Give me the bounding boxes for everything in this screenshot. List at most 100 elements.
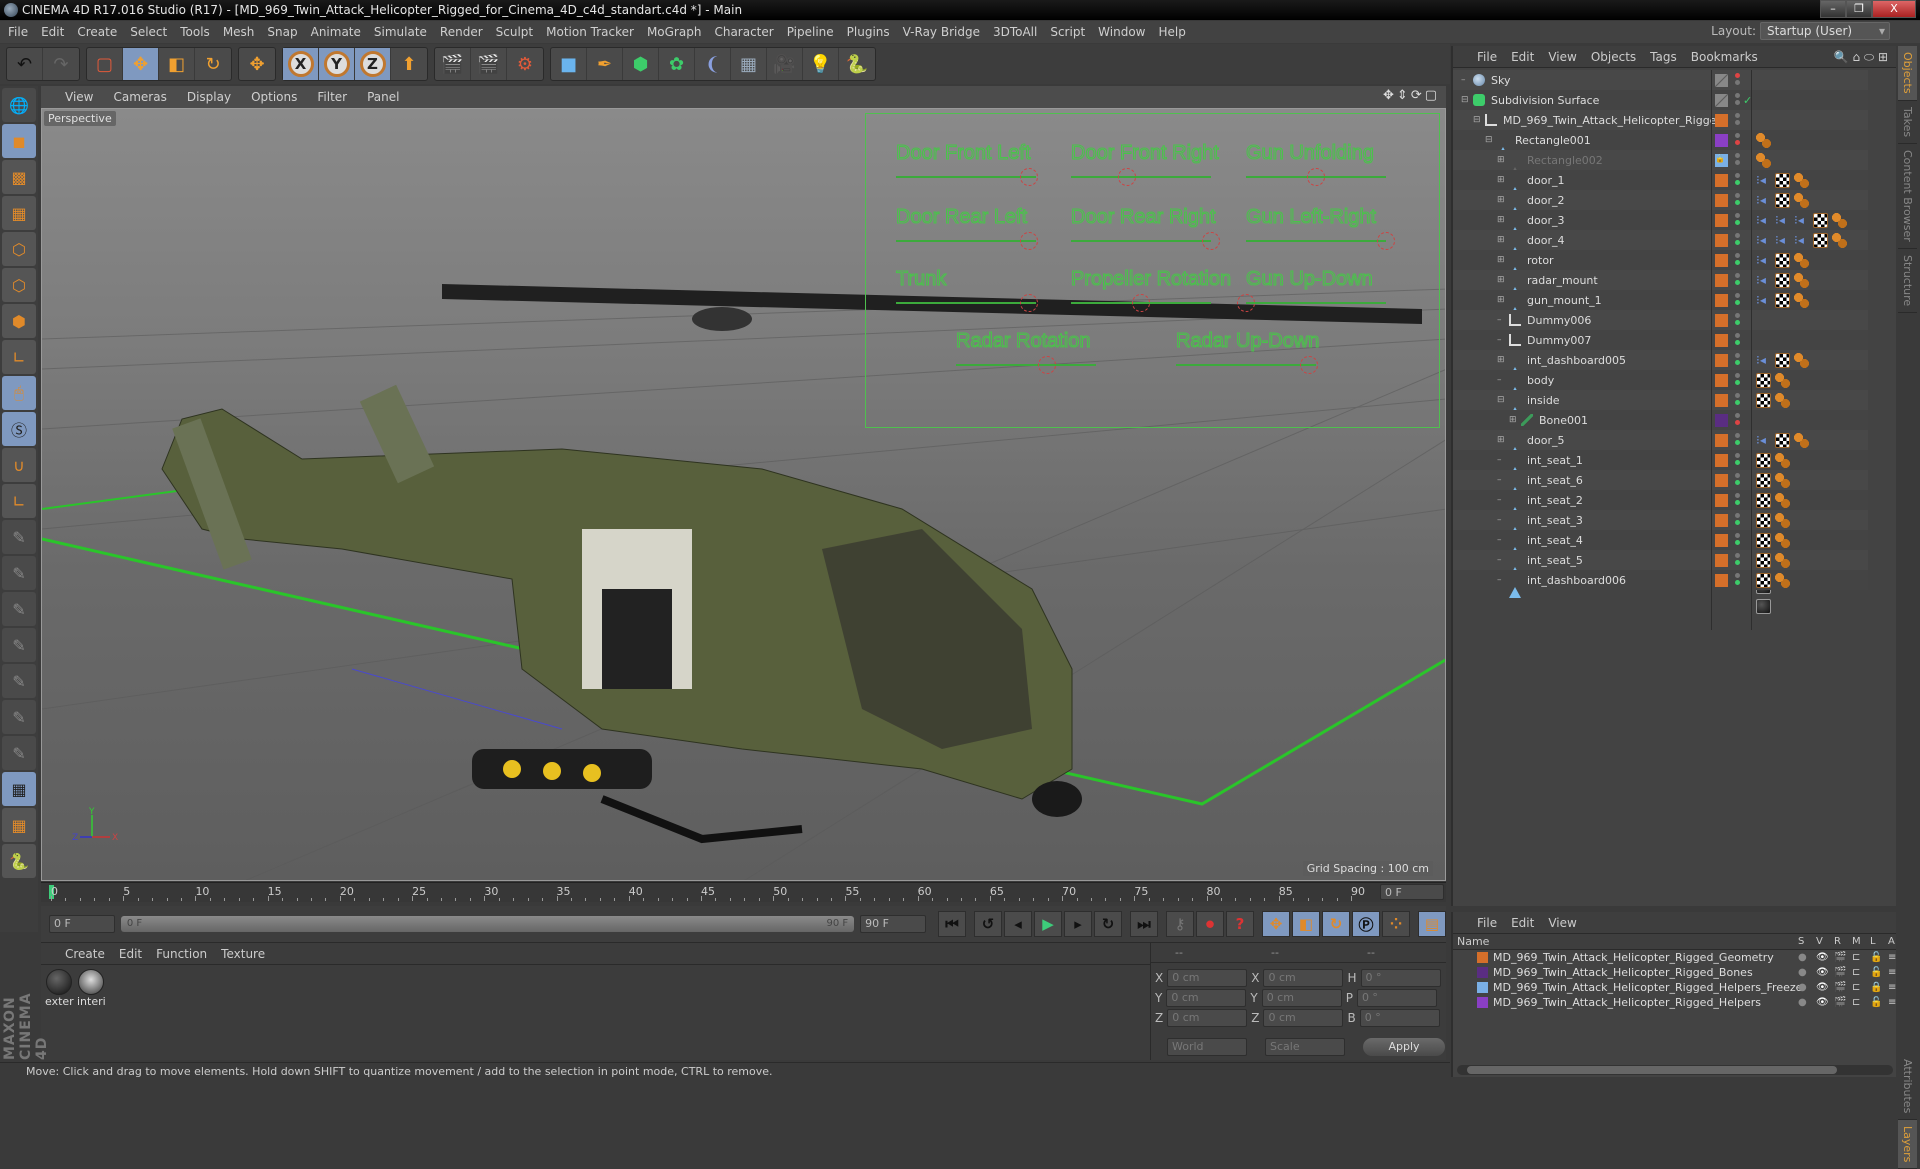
next-key-button[interactable]: ↻ (1094, 911, 1122, 937)
animation-icon[interactable]: ≡ (1888, 952, 1900, 963)
object-row[interactable]: – int_seat_1 (1453, 450, 1868, 494)
floor-object-button[interactable]: ▦ (731, 48, 767, 80)
ik-tag-icon[interactable]: ⁝◂ (1756, 253, 1771, 268)
side-tab-objects[interactable]: Objects (1898, 46, 1917, 101)
render-view-button[interactable]: 🎬 (435, 48, 471, 80)
ik-tag-icon[interactable]: ⁝◂ (1794, 233, 1809, 248)
layout-dropdown[interactable]: Startup (User) (1760, 22, 1890, 40)
layer-row[interactable]: MD_969_Twin_Attack_Helicopter_Rigged_Hel… (1453, 995, 1896, 1010)
scale-tool-button[interactable]: ◧ (159, 48, 195, 80)
expand-icon[interactable]: ⊞ (1497, 175, 1507, 185)
visible-eye-icon[interactable]: 👁 (1816, 982, 1829, 993)
visible-eye-icon[interactable]: 👁 (1816, 997, 1829, 1008)
menu-select[interactable]: Select (130, 25, 167, 39)
rig-slider-knob[interactable] (1020, 168, 1038, 186)
live-selection-button[interactable]: ▢ (87, 48, 123, 80)
menu-help[interactable]: Help (1158, 25, 1185, 39)
coord-value-field[interactable]: 0 cm (1167, 969, 1248, 987)
viewport-3d-scene[interactable]: Perspective Door Front Left Door Front Ri… (41, 108, 1446, 881)
object-row[interactable]: – Dummy007 (1453, 330, 1868, 350)
workplane-rotate-button[interactable]: ▦ (2, 808, 36, 842)
object-row[interactable]: – int_seat_6 (1453, 470, 1868, 514)
deformer-button[interactable]: ❨ (695, 48, 731, 80)
layer-color-swatch[interactable] (1715, 433, 1728, 447)
expand-icon[interactable]: ⊞ (1497, 355, 1507, 365)
lock-workplane-button[interactable]: ▦ (2, 772, 36, 806)
move-tool-button[interactable]: ✥ (123, 48, 159, 80)
pen-spline-button[interactable]: ✒ (587, 48, 623, 80)
object-row[interactable]: ⊟ MD_969_Twin_Attack_Helicopter_Rigged (1453, 110, 1868, 130)
viewport-menu-view[interactable]: View (65, 90, 93, 104)
menu-simulate[interactable]: Simulate (374, 25, 427, 39)
collapse-icon[interactable]: ⊟ (1473, 115, 1483, 125)
uvw-tag-icon[interactable] (1775, 272, 1790, 288)
record-scale-button[interactable]: ◧ (1292, 911, 1320, 937)
material-menu-texture[interactable]: Texture (221, 947, 265, 961)
visibility-dots-icon[interactable] (1735, 193, 1741, 207)
rig-slider-track[interactable] (1246, 302, 1386, 304)
manager-hierarchy-icon[interactable]: ⊏ (1852, 982, 1864, 993)
unlocked-icon[interactable]: 🔓 (1870, 952, 1882, 963)
layer-menu-file[interactable]: File (1477, 916, 1497, 930)
compositing-tag-icon[interactable] (1794, 352, 1809, 368)
expand-icon[interactable]: ⊞ (1497, 235, 1507, 245)
uvw-tag-icon[interactable] (1775, 352, 1790, 368)
rig-slider-track[interactable] (896, 240, 1036, 242)
points-mode-button[interactable]: ⬡ (2, 232, 36, 266)
uvw-tag-icon[interactable] (1756, 392, 1771, 408)
ik-tag-icon[interactable]: ⁝◂ (1756, 293, 1771, 308)
visibility-dots-icon[interactable] (1735, 293, 1741, 307)
unlocked-icon[interactable]: 🔓 (1870, 967, 1882, 978)
object-row[interactable]: ⊟ inside (1453, 390, 1868, 434)
menu-snap[interactable]: Snap (267, 25, 297, 39)
viewport-menu-cameras[interactable]: Cameras (113, 90, 166, 104)
solo-dot-icon[interactable]: ● (1798, 967, 1810, 978)
record-position-button[interactable]: ✥ (1262, 911, 1290, 937)
layer-color-swatch[interactable] (1477, 952, 1488, 963)
visibility-dots-icon[interactable] (1735, 273, 1741, 287)
coord-value-field[interactable]: 0 cm (1263, 1009, 1344, 1027)
uvw-tag-icon[interactable] (1756, 372, 1771, 388)
object-row[interactable]: – int_seat_5 (1453, 550, 1868, 594)
object-row[interactable]: – int_seat_4 (1453, 530, 1868, 574)
visibility-dots-icon[interactable] (1735, 473, 1741, 487)
object-row[interactable]: ⊞ door_5 ⁝◂ (1453, 430, 1868, 474)
record-rotation-button[interactable]: ↻ (1322, 911, 1350, 937)
object-menu-bookmarks[interactable]: Bookmarks (1691, 50, 1758, 64)
visibility-dots-icon[interactable] (1735, 553, 1741, 567)
object-manager-nav-icons[interactable]: 🔍 ⌂ ⬭ ⊞ (1834, 50, 1888, 65)
expand-icon[interactable]: ⊞ (1497, 195, 1507, 205)
brush-p-button[interactable]: ✎ (2, 556, 36, 590)
layer-color-swatch[interactable] (1715, 193, 1728, 207)
visibility-dots-icon[interactable] (1735, 533, 1741, 547)
side-tab-takes[interactable]: Takes (1898, 101, 1917, 144)
visibility-dots-icon[interactable] (1735, 353, 1741, 367)
z-axis-lock-button[interactable]: Z (355, 48, 391, 80)
uvw-tag-icon[interactable] (1775, 192, 1790, 208)
coord-value-field[interactable]: 0 cm (1167, 1009, 1248, 1027)
layer-color-swatch[interactable] (1715, 353, 1728, 367)
layer-color-swatch[interactable] (1715, 273, 1728, 287)
close-button[interactable]: X (1872, 0, 1916, 18)
previous-key-button[interactable]: ↺ (974, 911, 1002, 937)
collapse-icon[interactable]: ⊟ (1485, 135, 1495, 145)
visibility-dots-icon[interactable] (1735, 313, 1741, 327)
object-row[interactable]: ⊞ door_4 ⁝◂ ⁝◂ ⁝◂ (1453, 230, 1868, 274)
animation-icon[interactable]: ≡ (1888, 967, 1900, 978)
menu-window[interactable]: Window (1098, 25, 1145, 39)
layer-none-icon[interactable] (1715, 93, 1728, 107)
menu-3dtoall[interactable]: 3DToAll (993, 25, 1037, 39)
solo-dot-icon[interactable]: ● (1798, 952, 1810, 963)
render-clapper-icon[interactable]: 🎬 (1834, 952, 1846, 963)
uvw-tag-icon[interactable] (1775, 432, 1790, 448)
menu-edit[interactable]: Edit (41, 25, 64, 39)
rig-slider-knob[interactable] (1038, 356, 1056, 374)
render-settings-button[interactable]: ⚙ (507, 48, 543, 80)
compositing-tag-icon[interactable] (1775, 532, 1790, 548)
record-keys-button[interactable]: ⚷ (1166, 911, 1194, 937)
viewport-menu-options[interactable]: Options (251, 90, 297, 104)
uvw-tag-icon[interactable] (1756, 452, 1771, 468)
object-menu-file[interactable]: File (1477, 50, 1497, 64)
layer-color-swatch[interactable] (1715, 113, 1728, 127)
layer-color-swatch[interactable] (1715, 313, 1728, 327)
